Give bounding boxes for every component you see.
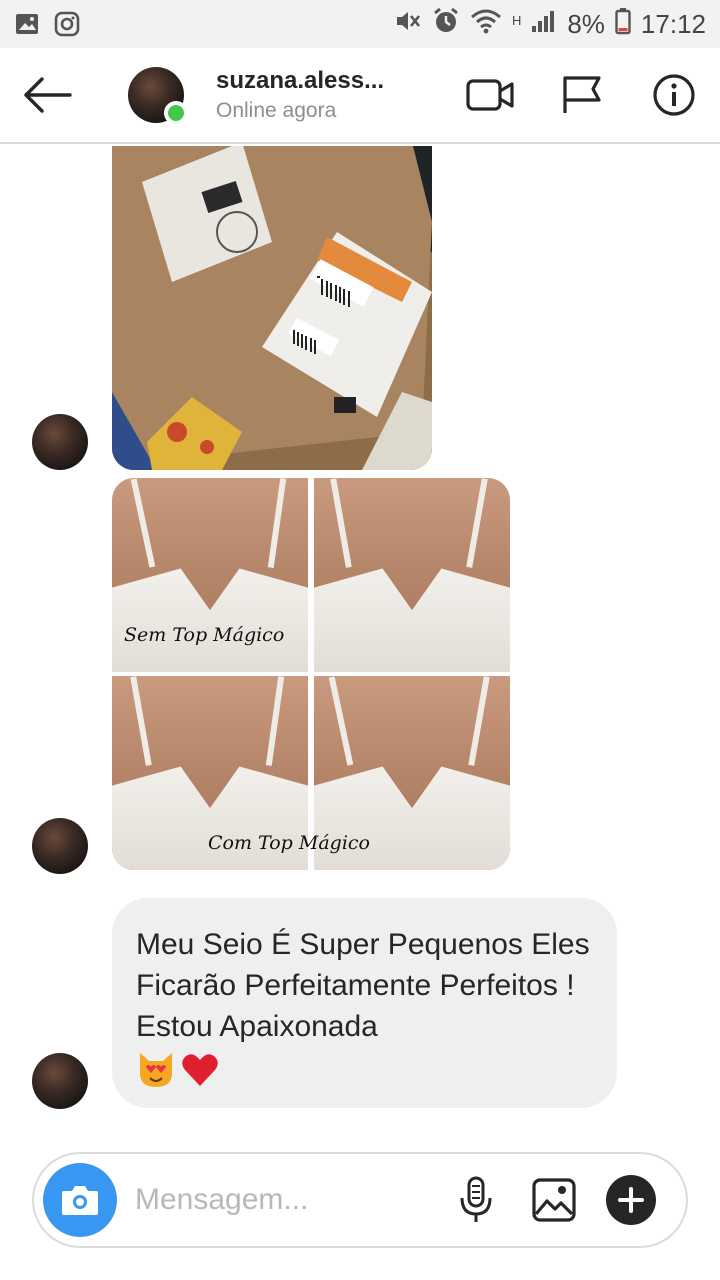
network-type-label: H xyxy=(511,12,522,28)
red-heart-icon xyxy=(180,1051,220,1094)
back-button[interactable] xyxy=(0,47,94,143)
flag-icon xyxy=(563,76,601,113)
package-photo xyxy=(112,146,432,470)
video-camera-icon xyxy=(466,79,514,111)
info-icon xyxy=(653,74,695,116)
contact-username: suzana.aless... xyxy=(216,67,385,94)
package-photo-message[interactable] xyxy=(112,146,432,470)
text-message-bubble[interactable]: Meu Seio É Super Pequenos Eles Ficarão P… xyxy=(112,898,617,1108)
battery-icon xyxy=(615,7,631,42)
sender-avatar[interactable] xyxy=(32,818,88,874)
microphone-icon xyxy=(460,1176,492,1222)
collage-image-2 xyxy=(314,478,510,672)
voice-message-button[interactable] xyxy=(450,1174,502,1226)
gallery-notification-icon xyxy=(14,11,40,37)
contact-avatar[interactable] xyxy=(128,67,188,125)
instagram-notification-icon xyxy=(54,11,80,37)
camera-icon xyxy=(62,1186,98,1215)
plus-icon xyxy=(618,1187,644,1213)
report-flag-button[interactable] xyxy=(536,47,628,143)
mute-icon xyxy=(394,8,422,41)
image-icon xyxy=(532,1178,576,1222)
collage-caption-before: Sem Top Mágico xyxy=(124,624,285,646)
more-options-button[interactable] xyxy=(606,1175,656,1225)
heart-eyes-cat-icon xyxy=(136,1051,176,1094)
gallery-button[interactable] xyxy=(528,1174,580,1226)
wifi-icon xyxy=(470,8,502,41)
message-input[interactable] xyxy=(135,1183,435,1217)
message-composer xyxy=(32,1152,688,1248)
info-button[interactable] xyxy=(628,47,720,143)
back-arrow-icon xyxy=(24,77,72,113)
status-bar: H 8% 17:12 xyxy=(0,0,720,48)
clock: 17:12 xyxy=(640,8,706,39)
online-indicator xyxy=(164,101,188,125)
contact-title[interactable]: suzana.aless... Online agora xyxy=(216,67,384,123)
alarm-icon xyxy=(432,7,460,42)
collage-caption-after: Com Top Mágico xyxy=(208,832,370,854)
text-message: Meu Seio É Super Pequenos Eles Ficarão P… xyxy=(136,928,590,1043)
message-thread[interactable]: Sem Top Mágico Com Top Mágico Meu Seio É… xyxy=(0,146,720,1146)
camera-button[interactable] xyxy=(43,1163,117,1237)
video-call-button[interactable] xyxy=(444,47,536,143)
battery-percent: 8% xyxy=(567,8,605,39)
sender-avatar[interactable] xyxy=(32,1053,88,1109)
chat-header: suzana.aless... Online agora xyxy=(0,48,720,144)
presence-status: Online agora xyxy=(216,99,337,122)
signal-icon xyxy=(531,9,557,40)
sender-avatar[interactable] xyxy=(32,414,88,470)
comparison-collage-message[interactable]: Sem Top Mágico Com Top Mágico xyxy=(112,478,510,870)
